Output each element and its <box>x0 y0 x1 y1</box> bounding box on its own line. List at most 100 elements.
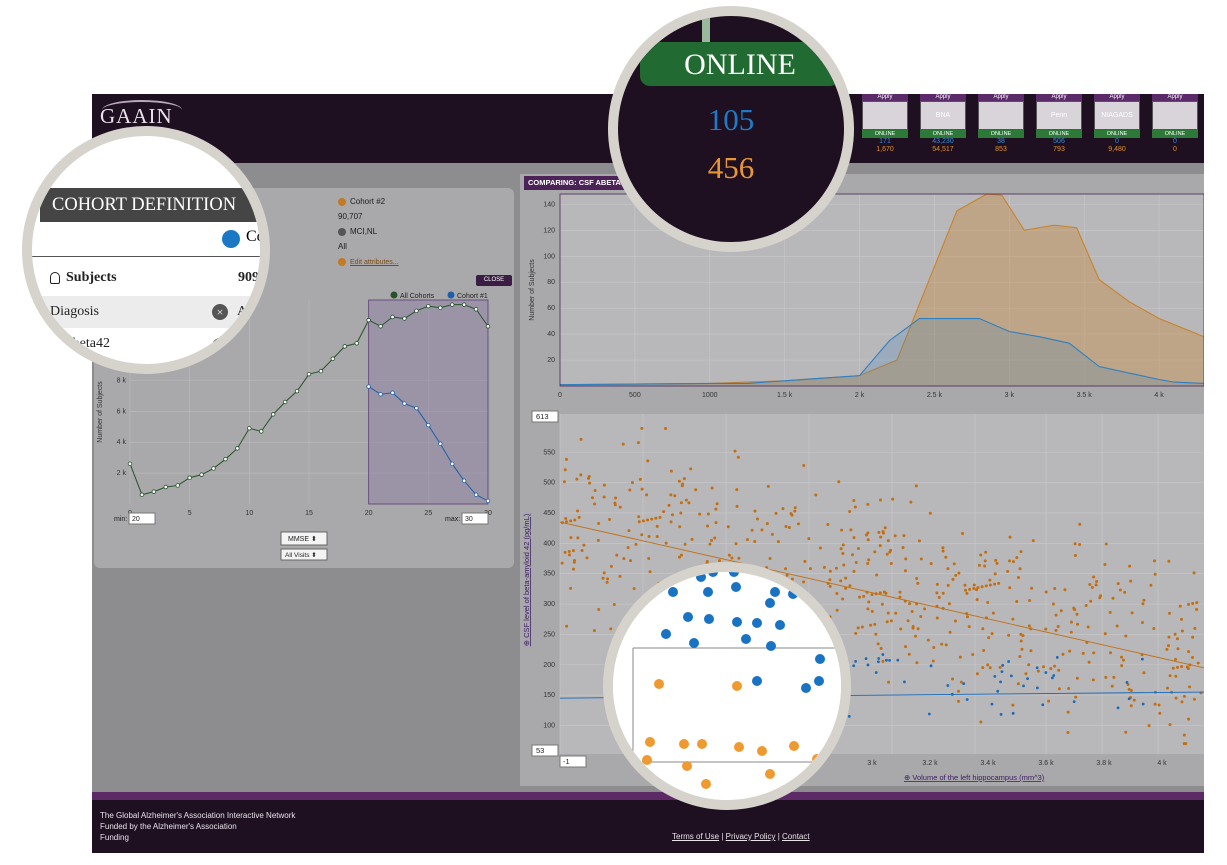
contact-link[interactable]: Contact <box>782 832 810 841</box>
partner-tile[interactable]: Apply BNA ONLINE 43,230 54,517 <box>920 94 966 154</box>
data-point <box>1007 633 1011 637</box>
data-point <box>597 607 601 611</box>
edit-attributes-link[interactable]: Edit attributes... <box>350 259 399 266</box>
data-point <box>1011 617 1015 621</box>
footer-line3[interactable]: Funding <box>100 832 295 843</box>
data-point <box>902 534 906 538</box>
apply-button[interactable]: Apply <box>1152 94 1198 101</box>
remove-abeta-icon[interactable] <box>212 338 228 354</box>
footer-links: Terms of Use | Privacy Policy | Contact <box>672 832 810 841</box>
data-point <box>163 484 168 490</box>
data-point <box>1016 682 1020 686</box>
data-point <box>766 484 770 488</box>
data-point <box>896 658 900 662</box>
partner-tile[interactable]: Apply Penn ONLINE 506 793 <box>1036 94 1082 154</box>
data-point <box>629 559 633 563</box>
gaain-logo[interactable]: GAAIN <box>100 104 173 129</box>
cohort1-label[interactable]: Co <box>246 228 260 246</box>
apply-button[interactable]: Apply <box>1036 94 1082 101</box>
data-point <box>618 574 622 578</box>
footer-line1: The Global Alzheimer's Association Inter… <box>100 811 296 820</box>
cohort2-diagnosis[interactable]: MCI,NL <box>338 224 399 239</box>
data-point <box>565 624 569 628</box>
data-point <box>986 600 990 604</box>
data-point <box>818 546 822 550</box>
data-point <box>1140 657 1144 661</box>
data-point <box>835 591 839 595</box>
apply-button[interactable]: Apply <box>862 94 908 101</box>
data-point <box>1120 664 1124 668</box>
data-point <box>664 541 668 545</box>
data-point <box>1086 625 1090 629</box>
data-point <box>682 761 692 771</box>
data-point <box>708 542 712 546</box>
data-point <box>1007 660 1010 663</box>
data-point <box>951 577 955 581</box>
data-point <box>990 702 994 706</box>
data-point <box>567 550 571 554</box>
data-point <box>1009 674 1013 678</box>
data-point <box>1180 629 1184 633</box>
data-point <box>1171 666 1175 670</box>
subjects-count: 909 <box>238 270 259 285</box>
apply-button[interactable]: Apply <box>1094 94 1140 101</box>
x-tick-label: 5 <box>188 510 192 517</box>
data-point <box>1063 588 1067 592</box>
data-point <box>1056 625 1060 629</box>
data-point <box>640 487 644 491</box>
apply-button[interactable]: Apply <box>920 94 966 101</box>
cohort1-count: 0 <box>1115 138 1119 145</box>
close-button[interactable]: CLOSE <box>476 275 512 286</box>
partner-tile[interactable]: Apply ONLINE 171 1,670 <box>862 94 908 154</box>
y-tick-label: 450 <box>543 510 555 517</box>
data-point <box>573 518 577 522</box>
data-point <box>563 468 567 472</box>
data-point <box>640 533 644 537</box>
y-tick-label: 2 k <box>117 470 127 477</box>
partner-tile[interactable]: Apply ONLINE 38 853 <box>978 94 1024 154</box>
cohort2-header[interactable]: Cohort #2 <box>338 194 399 209</box>
data-point <box>1125 681 1129 684</box>
data-point <box>844 576 848 580</box>
partner-tile[interactable]: Apply NIAGADS ONLINE 0 9,480 <box>1094 94 1140 154</box>
cohort2-count: 90,707 <box>338 212 363 221</box>
data-point <box>1158 711 1162 715</box>
edit-attributes[interactable]: Edit attributes... <box>338 254 399 269</box>
data-point <box>961 532 965 536</box>
remove-icon[interactable] <box>338 227 346 236</box>
data-point <box>977 563 981 567</box>
data-point <box>1175 637 1179 641</box>
data-point <box>680 484 684 488</box>
data-point <box>450 302 455 307</box>
partner-tile[interactable]: Apply ONLINE 0 0 <box>1152 94 1198 154</box>
privacy-link[interactable]: Privacy Policy <box>726 832 776 841</box>
data-point <box>1031 539 1035 543</box>
data-point <box>736 455 740 459</box>
data-point <box>752 618 762 628</box>
data-point <box>683 542 687 546</box>
x-tick-label: 3.6 k <box>1038 760 1054 767</box>
x-tick-label: 2 k <box>855 392 865 399</box>
data-point <box>713 536 717 540</box>
data-point <box>646 518 650 522</box>
data-point <box>679 553 683 557</box>
data-point <box>585 556 589 560</box>
data-point <box>958 655 962 659</box>
data-point <box>1120 655 1124 659</box>
apply-button[interactable]: Apply <box>978 94 1024 101</box>
data-point <box>946 684 950 687</box>
data-point <box>848 510 852 514</box>
data-point <box>1195 607 1199 611</box>
data-point <box>366 384 371 389</box>
cohort2-count: 853 <box>995 146 1007 153</box>
data-point <box>679 511 683 515</box>
remove-diagnosis-icon[interactable]: × <box>212 304 228 320</box>
terms-link[interactable]: Terms of Use <box>672 832 719 841</box>
x-tick-label: 10 <box>245 510 253 517</box>
diagnosis-value: A <box>237 304 248 319</box>
partner-logo <box>1152 101 1198 130</box>
x-tick-label: 1000 <box>702 392 718 399</box>
data-point <box>883 526 887 530</box>
data-point <box>858 595 862 599</box>
data-point <box>903 569 907 573</box>
